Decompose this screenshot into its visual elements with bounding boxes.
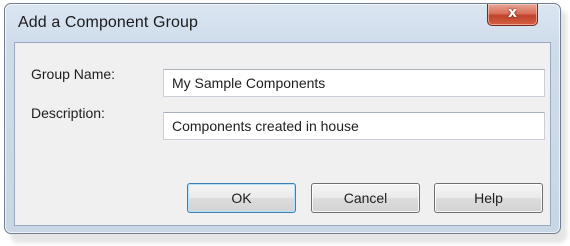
description-label: Description: <box>31 105 105 121</box>
group-name-label: Group Name: <box>31 66 116 82</box>
group-name-input[interactable] <box>163 69 545 97</box>
close-icon: x <box>507 5 518 21</box>
close-button[interactable]: x <box>487 4 538 26</box>
description-input[interactable] <box>163 112 545 140</box>
dialog-title: Add a Component Group <box>18 14 198 31</box>
title-bar[interactable]: Add a Component Group x <box>5 4 560 42</box>
cancel-button[interactable]: Cancel <box>311 183 420 213</box>
ok-button[interactable]: OK <box>187 183 296 213</box>
dialog-body: Group Name: Description: OK Cancel Help <box>14 42 551 226</box>
help-button[interactable]: Help <box>434 183 543 213</box>
dialog-window: Add a Component Group x Group Name: Desc… <box>4 3 561 234</box>
